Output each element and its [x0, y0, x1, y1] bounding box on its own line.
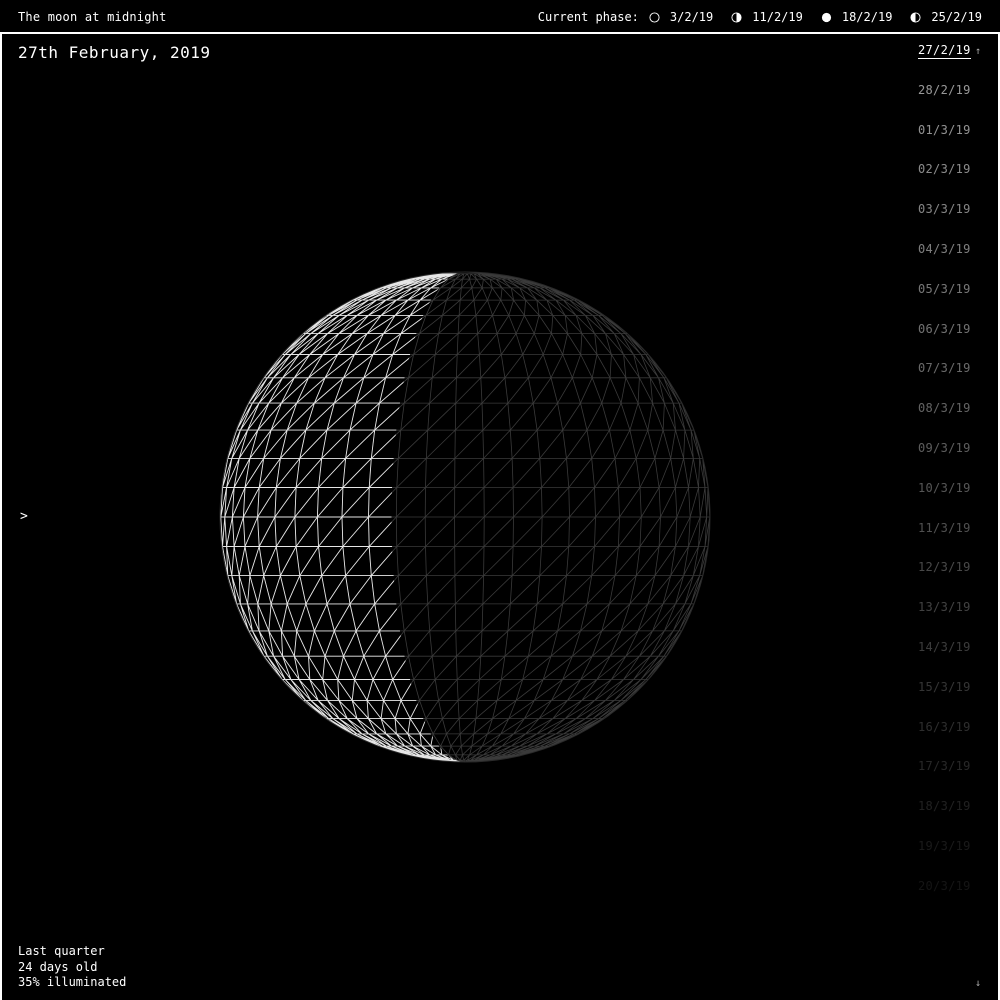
date-label: 28/2/19 [918, 82, 971, 97]
date-label: 05/3/19 [918, 281, 971, 296]
date-list-item[interactable]: 03/3/19 [918, 201, 978, 241]
phase-label: Current phase: [537, 10, 639, 24]
new-moon-icon [649, 11, 660, 23]
phase-item-full-moon[interactable]: 18/2/19 [821, 10, 893, 24]
date-label: 08/3/19 [918, 401, 971, 416]
date-list-item[interactable]: 12/3/19 [918, 559, 978, 599]
illumination: 35% illuminated [18, 975, 127, 989]
date-label: 16/3/19 [918, 719, 971, 734]
date-label: 12/3/19 [918, 560, 971, 575]
full-moon-icon [821, 12, 831, 22]
date-label: 03/3/19 [918, 202, 971, 217]
date-label: 20/3/19 [918, 878, 971, 893]
phase-date: 3/2/19 [669, 10, 714, 24]
date-label: 04/3/19 [918, 241, 971, 256]
moon-age: 24 days old [18, 959, 98, 974]
date-list-item[interactable]: 05/3/19 [918, 281, 978, 321]
moon-info: Last quarter 24 days old 35% illuminated [18, 944, 126, 991]
date-list-item[interactable]: 06/3/19 [918, 321, 978, 361]
current-date-title: 27th February, 2019 [18, 43, 211, 62]
date-label: 14/3/19 [918, 639, 971, 654]
phase-item-last-quarter[interactable]: 25/2/19 [910, 10, 982, 24]
first-quarter-icon [731, 11, 742, 23]
date-label: 18/3/19 [918, 799, 971, 814]
date-list-item[interactable]: 20/3/19 [918, 878, 978, 918]
date-label: 17/3/19 [918, 759, 971, 774]
date-list-item[interactable]: 10/3/19 [918, 480, 978, 520]
date-list-item[interactable]: 14/3/19 [918, 639, 978, 679]
date-label: 13/3/19 [918, 600, 971, 615]
date-label: 02/3/19 [918, 162, 971, 177]
date-list-item[interactable]: 17/3/19 [918, 758, 978, 798]
phase-date: 11/2/19 [752, 10, 803, 24]
moon-wireframe-icon [219, 271, 711, 763]
date-list-item[interactable]: 15/3/19 [918, 679, 978, 719]
date-label: 11/3/19 [918, 520, 971, 535]
last-quarter-icon [910, 11, 921, 23]
phase-name: Last quarter [18, 944, 105, 958]
date-list-item[interactable]: 08/3/19 [918, 400, 978, 440]
date-list-item[interactable]: 18/3/19 [918, 798, 978, 838]
date-label: 07/3/19 [918, 361, 971, 376]
date-list-item[interactable]: 16/3/19 [918, 719, 978, 759]
expand-toggle[interactable]: > [20, 509, 28, 524]
date-label: 27/2/19 [918, 43, 971, 59]
scroll-up-arrow-icon[interactable]: ↑ [975, 46, 981, 57]
date-list-item[interactable]: 09/3/19 [918, 440, 978, 480]
date-list-item[interactable]: 11/3/19 [918, 520, 978, 560]
date-label: 09/3/19 [918, 440, 971, 455]
date-list-item[interactable]: 13/3/19 [918, 599, 978, 639]
top-bar: The moon at midnight Current phase: 3/2/… [0, 0, 1000, 34]
phase-item-first-quarter[interactable]: 11/2/19 [731, 10, 803, 24]
date-label: 01/3/19 [918, 122, 971, 137]
date-list-item[interactable]: 27/2/19 [918, 42, 978, 82]
date-label: 15/3/19 [918, 679, 971, 694]
date-label: 19/3/19 [918, 838, 971, 853]
phase-date: 25/2/19 [931, 10, 982, 24]
date-list-item[interactable]: 01/3/19 [918, 122, 978, 162]
phase-legend: Current phase: 3/2/19 11/2/19 18/2/19 25… [538, 10, 982, 24]
date-list-item[interactable]: 07/3/19 [918, 360, 978, 400]
date-list-item[interactable]: 02/3/19 [918, 161, 978, 201]
date-label: 10/3/19 [918, 480, 971, 495]
date-list: 27/2/19 28/2/19 01/3/19 02/3/19 03/3/19 04/3/… [918, 42, 978, 918]
date-label: 06/3/19 [918, 321, 971, 336]
moon-view[interactable] [218, 270, 712, 764]
app-title: The moon at midnight [18, 10, 167, 24]
scroll-down-arrow-icon[interactable]: ↓ [975, 978, 981, 989]
date-list-item[interactable]: 28/2/19 [918, 82, 978, 122]
phase-date: 18/2/19 [841, 10, 893, 24]
date-list-item[interactable]: 19/3/19 [918, 838, 978, 878]
date-list-item[interactable]: 04/3/19 [918, 241, 978, 281]
phase-item-new-moon[interactable]: 3/2/19 [649, 10, 713, 24]
